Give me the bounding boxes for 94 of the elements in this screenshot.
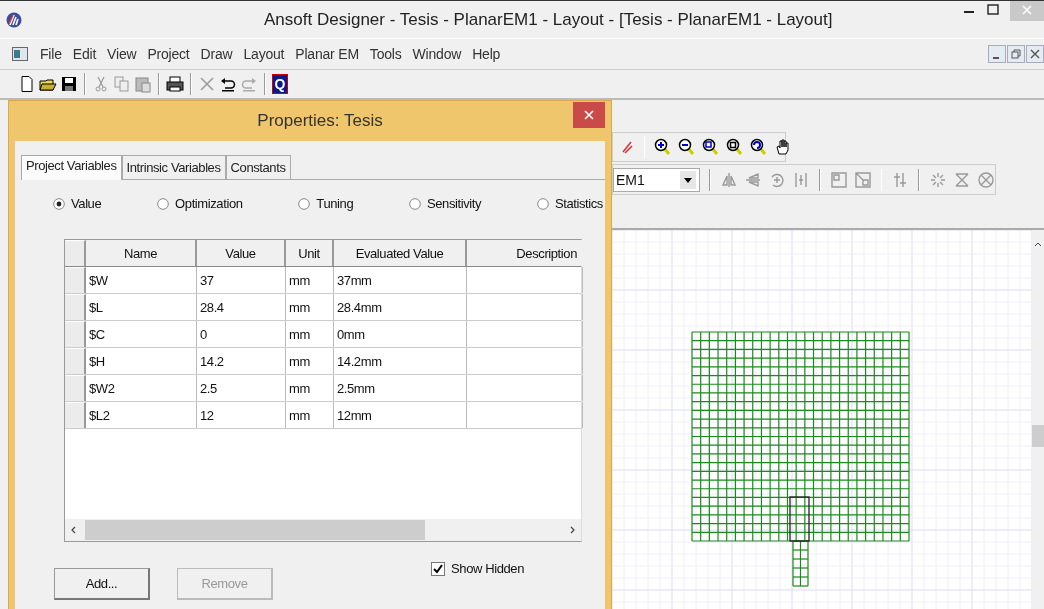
checkbox-icon[interactable] [431, 561, 446, 576]
radio-option[interactable]: Statistics [536, 196, 603, 211]
scroll-thumb[interactable] [1032, 425, 1044, 447]
maximize-icon[interactable] [986, 3, 1000, 17]
undo-icon[interactable] [219, 75, 237, 93]
table-cell: mm [286, 267, 334, 293]
table-cell: 28.4mm [334, 294, 467, 320]
column-header[interactable]: Unit [286, 240, 334, 266]
horizontal-scrollbar[interactable] [65, 519, 581, 541]
radio-option[interactable]: Value [53, 196, 102, 211]
dialog-button[interactable]: Add... [54, 568, 150, 600]
row-header[interactable] [65, 348, 86, 374]
minimize-icon[interactable] [988, 45, 1006, 63]
menu-item[interactable]: View [103, 46, 144, 62]
show-hidden-checkbox[interactable]: Show Hidden [431, 561, 524, 576]
table-cell: $W [86, 267, 197, 293]
table-cell: $C [86, 321, 197, 347]
table-cell: 2.5mm [334, 375, 467, 401]
paste-icon[interactable] [134, 75, 152, 93]
mirror-icon[interactable] [743, 170, 762, 189]
burst-icon[interactable] [928, 170, 947, 189]
radio-option[interactable]: Optimization [157, 196, 243, 211]
column-header[interactable]: Description [467, 240, 583, 266]
close-icon[interactable] [573, 102, 605, 128]
design-dropdown[interactable]: EM1 [613, 167, 701, 192]
mirror-icon[interactable] [719, 170, 738, 189]
radio-option[interactable]: Tuning [298, 196, 354, 211]
window-title: Ansoft Designer - Tesis - PlanarEM1 - Layout - [Tesis - PlanarEM1 - Layout] [264, 10, 833, 30]
table-cell: 14.2mm [334, 348, 467, 374]
radio-icon[interactable] [53, 197, 65, 210]
radio-icon[interactable] [409, 197, 421, 210]
column-header[interactable]: Evaluated Value [334, 240, 467, 266]
table-cell: 12mm [334, 402, 467, 428]
table-cell: $L2 [86, 402, 197, 428]
menu-item[interactable]: Tools [365, 46, 409, 62]
menu-item[interactable]: Window [408, 46, 469, 62]
row-header[interactable] [65, 321, 86, 347]
table-cell: 14.2 [197, 348, 286, 374]
scroll-up-icon[interactable] [1033, 240, 1043, 248]
magnifier-icon[interactable] [702, 138, 720, 156]
magnifier-icon[interactable] [726, 138, 744, 156]
radio-icon[interactable] [157, 197, 170, 210]
restore-icon[interactable] [1007, 45, 1025, 63]
app-badge[interactable]: Q [272, 74, 288, 94]
menu-item[interactable]: Project [143, 46, 197, 62]
table-cell: $L [86, 294, 197, 320]
menu-item[interactable]: Planar EM [291, 46, 366, 62]
hand-icon[interactable] [774, 138, 792, 156]
menu-item[interactable]: Help [468, 46, 508, 62]
radio-option[interactable]: Sensitivity [409, 196, 482, 211]
radio-icon[interactable] [298, 197, 311, 210]
table-cell: mm [286, 375, 334, 401]
table-cell: $W2 [86, 375, 197, 401]
new-file-icon[interactable] [18, 75, 36, 93]
scroll-thumb[interactable] [85, 520, 425, 540]
radio-icon[interactable] [536, 197, 549, 210]
table-cell: mm [286, 348, 334, 374]
table-cell: 0mm [334, 321, 467, 347]
table-cell: 37 [197, 267, 286, 293]
row-header[interactable] [65, 267, 86, 293]
zoom-out-icon[interactable] [678, 138, 696, 156]
printer-icon[interactable] [166, 75, 184, 93]
copy-icon[interactable] [113, 75, 131, 93]
tab[interactable]: Constants [225, 155, 291, 179]
menu-item[interactable]: Draw [196, 46, 240, 62]
tab[interactable]: Project Variables [21, 155, 122, 180]
table-cell: 2.5 [197, 375, 286, 401]
corner-header[interactable] [65, 240, 86, 266]
table-cell: mm [286, 402, 334, 428]
menu-item[interactable]: Edit [68, 46, 104, 62]
row-header[interactable] [65, 402, 86, 428]
menu-item[interactable]: Layout [239, 46, 292, 62]
row-header[interactable] [65, 375, 86, 401]
tab[interactable]: Intrinsic Variables [121, 155, 226, 179]
scissors-icon[interactable] [92, 75, 110, 93]
table-cell: mm [286, 294, 334, 320]
app-logo-icon [6, 11, 22, 28]
table-cell: mm [286, 321, 334, 347]
table-cell: $H [86, 348, 197, 374]
magnifier-icon[interactable] [750, 138, 768, 156]
dialog-title: Properties: Tesis [257, 111, 383, 131]
document-icon[interactable] [12, 47, 28, 61]
menu-item[interactable]: File [36, 46, 69, 62]
table-cell: 37mm [334, 267, 467, 293]
table-cell: 12 [197, 402, 286, 428]
save-icon[interactable] [60, 75, 78, 93]
table-cell: 28.4 [197, 294, 286, 320]
table-cell: 0 [197, 321, 286, 347]
zoom-in-icon[interactable] [654, 138, 672, 156]
row-header[interactable] [65, 294, 86, 320]
column-header[interactable]: Value [197, 240, 286, 266]
close-icon[interactable] [1026, 45, 1044, 63]
layout-canvas[interactable] [612, 230, 1032, 609]
column-header[interactable]: Name [86, 240, 197, 266]
